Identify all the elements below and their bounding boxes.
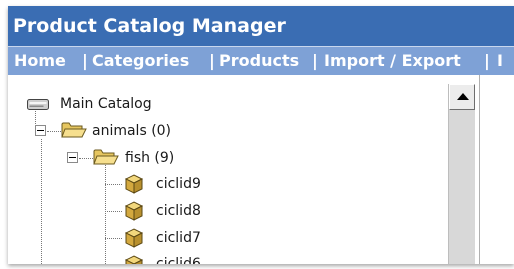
nav-separator: | — [484, 51, 490, 70]
tree-label-main-catalog: Main Catalog — [60, 96, 152, 112]
tree-connector — [41, 139, 42, 264]
product-box-icon — [124, 201, 144, 221]
app-window: Product Catalog Manager Home | Categorie… — [8, 6, 514, 264]
tree-label-product: ciclid9 — [156, 176, 201, 192]
tree-label-animals: animals (0) — [92, 123, 172, 139]
app-title: Product Catalog Manager — [13, 15, 286, 37]
nav-separator: | — [209, 51, 215, 70]
nav-import-export-link[interactable]: Import / Export — [324, 47, 461, 75]
tree-connector — [105, 211, 122, 212]
nav-truncated-link[interactable]: I — [497, 47, 503, 75]
collapse-toggle-fish[interactable] — [67, 152, 78, 163]
nav-bar: Home | Categories | Products | Import / … — [8, 46, 514, 75]
title-bar: Product Catalog Manager — [8, 6, 514, 46]
nav-separator: | — [312, 51, 318, 70]
scroll-track[interactable] — [449, 110, 475, 264]
folder-open-icon — [93, 149, 119, 165]
catalog-drive-icon — [27, 99, 49, 110]
tree-label-product: ciclid8 — [156, 203, 201, 219]
catalog-tree-panel: Main Catalog animals (0) fish (9) ciclid… — [8, 75, 480, 264]
product-box-icon — [124, 174, 144, 194]
nav-home-link[interactable]: Home — [14, 47, 66, 75]
nav-products-link[interactable]: Products — [219, 47, 299, 75]
nav-separator: | — [82, 51, 88, 70]
scroll-up-button[interactable] — [449, 84, 475, 110]
tree-scrollbar[interactable] — [448, 84, 475, 264]
tree-connector — [79, 158, 93, 159]
tree-label-product: ciclid6 — [156, 256, 201, 264]
tree-connector — [47, 131, 61, 132]
tree-connector — [105, 184, 122, 185]
product-box-icon — [124, 228, 144, 248]
tree-label-product: ciclid7 — [156, 230, 201, 246]
tree-connector — [105, 238, 122, 239]
product-box-icon — [124, 255, 144, 264]
detail-panel — [480, 75, 514, 264]
folder-open-icon — [61, 122, 87, 138]
nav-categories-link[interactable]: Categories — [92, 47, 189, 75]
tree-connector — [105, 165, 106, 264]
tree-label-fish: fish (9) — [125, 150, 175, 166]
collapse-toggle-animals[interactable] — [35, 125, 46, 136]
